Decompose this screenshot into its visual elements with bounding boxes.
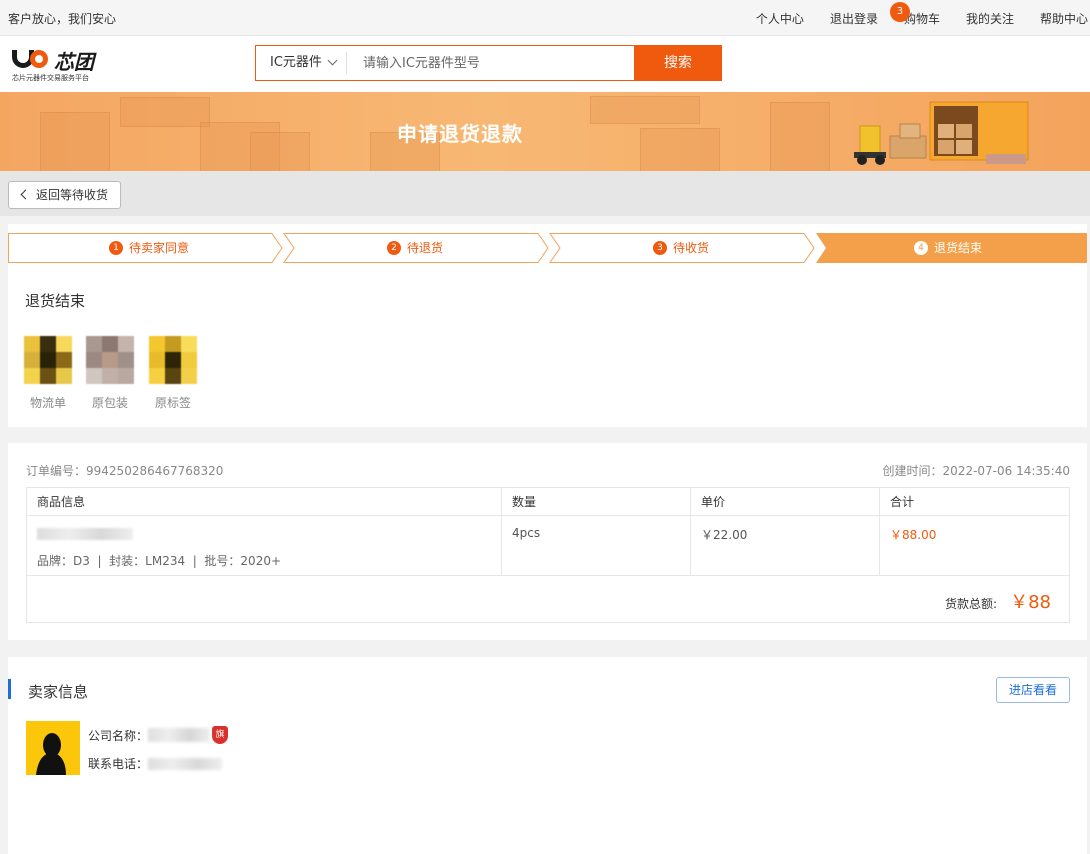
total-label: 货款总额: [944, 597, 997, 611]
step-3: 3 待收货 [653, 239, 709, 256]
seller-panel: 卖家信息 进店看看 公司名称： 旗 联系电话： [8, 657, 1087, 854]
logo-name: 芯团 [54, 50, 94, 74]
unit-price-cell: ￥22.00 [691, 516, 880, 575]
order-panel: 订单编号：994250286467768320 创建时间：2022-07-06 … [8, 443, 1087, 640]
visit-shop-button[interactable]: 进店看看 [996, 677, 1070, 703]
col-unit-price: 单价 [691, 488, 880, 515]
site-logo[interactable]: 芯团 芯片元器件交易服务平台 [10, 46, 110, 82]
back-button-label: 返回等待收货 [36, 188, 109, 202]
step-4-label: 退货结束 [934, 241, 983, 255]
logout-link[interactable]: 退出登录 [830, 10, 878, 27]
section-accent-bar [8, 679, 11, 699]
proof-label-caption: 原标签 [154, 396, 191, 410]
subtotal-cell: ￥88.00 [890, 528, 937, 542]
col-product-info: 商品信息 [27, 488, 502, 515]
order-created-time: 创建时间：2022-07-06 14:35:40 [883, 462, 1070, 479]
back-bar: 返回等待收货 [0, 171, 1090, 216]
step-3-label: 待收货 [673, 241, 710, 255]
search-button[interactable]: 搜索 [634, 45, 722, 81]
col-quantity: 数量 [502, 488, 691, 515]
step-4-number: 4 [914, 240, 928, 255]
total-amount: ￥88 [1010, 592, 1051, 613]
return-status-title: 退货结束 [25, 292, 86, 310]
order-number-value: 994250286467768320 [86, 464, 224, 478]
order-number-label: 订单编号： [26, 464, 87, 478]
proof-waybill[interactable]: 物流单 [18, 336, 78, 411]
flagship-badge: 旗 [212, 726, 229, 744]
step-1-number: 1 [109, 240, 123, 255]
logo-subtitle: 芯片元器件交易服务平台 [12, 74, 89, 82]
return-progress-panel: 1 待卖家同意 2 待退货 3 待收货 4 退货结束 退货结束 物流单 原包装 … [8, 224, 1087, 427]
back-button[interactable]: 返回等待收货 [8, 181, 121, 209]
packaging-photo [86, 336, 134, 384]
company-name-redacted [148, 728, 211, 742]
cargo-truck-icon [854, 101, 1029, 165]
step-1-label: 待卖家同意 [129, 241, 190, 255]
step-1: 1 待卖家同意 [109, 239, 189, 256]
search-category-select[interactable]: IC元器件 [256, 46, 346, 80]
step-2: 2 待退货 [387, 239, 443, 256]
proof-packaging-caption: 原包装 [91, 396, 128, 410]
quantity-cell: 4pcs [502, 516, 691, 575]
page-banner: 申请退货退款 [0, 92, 1090, 171]
product-meta: 品牌：D3 | 封装：LM234 | 批号：2020+ [37, 554, 282, 568]
proof-waybill-caption: 物流单 [29, 396, 66, 410]
cart-link[interactable]: 3 购物车 [889, 2, 940, 27]
label-photo [149, 336, 197, 384]
page-title: 申请退货退款 [397, 122, 523, 146]
step-2-label: 待退货 [407, 241, 444, 255]
progress-steps: 1 待卖家同意 2 待退货 3 待收货 4 退货结束 [8, 233, 1087, 263]
step-2-number: 2 [387, 240, 401, 255]
chevron-left-icon [20, 189, 31, 200]
my-follow-link[interactable]: 我的关注 [966, 10, 1014, 27]
created-time-label: 创建时间： [882, 464, 943, 478]
logo-mark-icon [12, 48, 52, 70]
company-name-label: 公司名称： [88, 728, 149, 743]
top-bar: 客户放心，我们安心 个人中心 退出登录 3 购物车 我的关注 帮助中心 [0, 0, 1090, 36]
search-bar: IC元器件 搜索 [255, 45, 722, 81]
order-number: 订单编号：994250286467768320 [26, 462, 223, 479]
step-4-current: 4 退货结束 [914, 239, 982, 256]
seller-phone-row: 联系电话： [88, 755, 223, 772]
table-header: 商品信息 数量 单价 合计 [27, 488, 1069, 516]
step-3-number: 3 [653, 240, 667, 255]
phone-redacted [148, 757, 223, 770]
phone-label: 联系电话： [88, 757, 149, 771]
search-category-label: IC元器件 [270, 55, 322, 70]
help-center-link[interactable]: 帮助中心 [1040, 10, 1088, 27]
order-items-table: 商品信息 数量 单价 合计 品牌：D3 | 封装：LM234 | 批号：2020… [26, 487, 1070, 623]
order-total-row: 货款总额: ￥88 [27, 576, 1069, 622]
seller-section-title: 卖家信息 [28, 683, 89, 701]
chevron-down-icon [327, 55, 338, 66]
product-name-redacted [37, 528, 133, 540]
header: 芯团 芯片元器件交易服务平台 IC元器件 搜索 [0, 36, 1090, 92]
proof-original-label[interactable]: 原标签 [143, 336, 203, 411]
seller-company-row: 公司名称： 旗 [88, 726, 229, 744]
col-subtotal: 合计 [890, 495, 915, 509]
cart-count-badge: 3 [889, 2, 910, 22]
personal-center-link[interactable]: 个人中心 [756, 10, 804, 27]
search-input[interactable] [347, 46, 634, 80]
created-time-value: 2022-07-06 14:35:40 [942, 464, 1070, 478]
product-info-cell: 品牌：D3 | 封装：LM234 | 批号：2020+ [27, 516, 502, 575]
slogan: 客户放心，我们安心 [8, 12, 117, 26]
table-row: 品牌：D3 | 封装：LM234 | 批号：2020+ 4pcs ￥22.00 … [27, 516, 1069, 576]
seller-avatar [26, 721, 80, 775]
waybill-photo [24, 336, 72, 384]
proof-original-packaging[interactable]: 原包装 [80, 336, 140, 411]
top-links: 个人中心 退出登录 3 购物车 我的关注 帮助中心 [730, 2, 1090, 27]
